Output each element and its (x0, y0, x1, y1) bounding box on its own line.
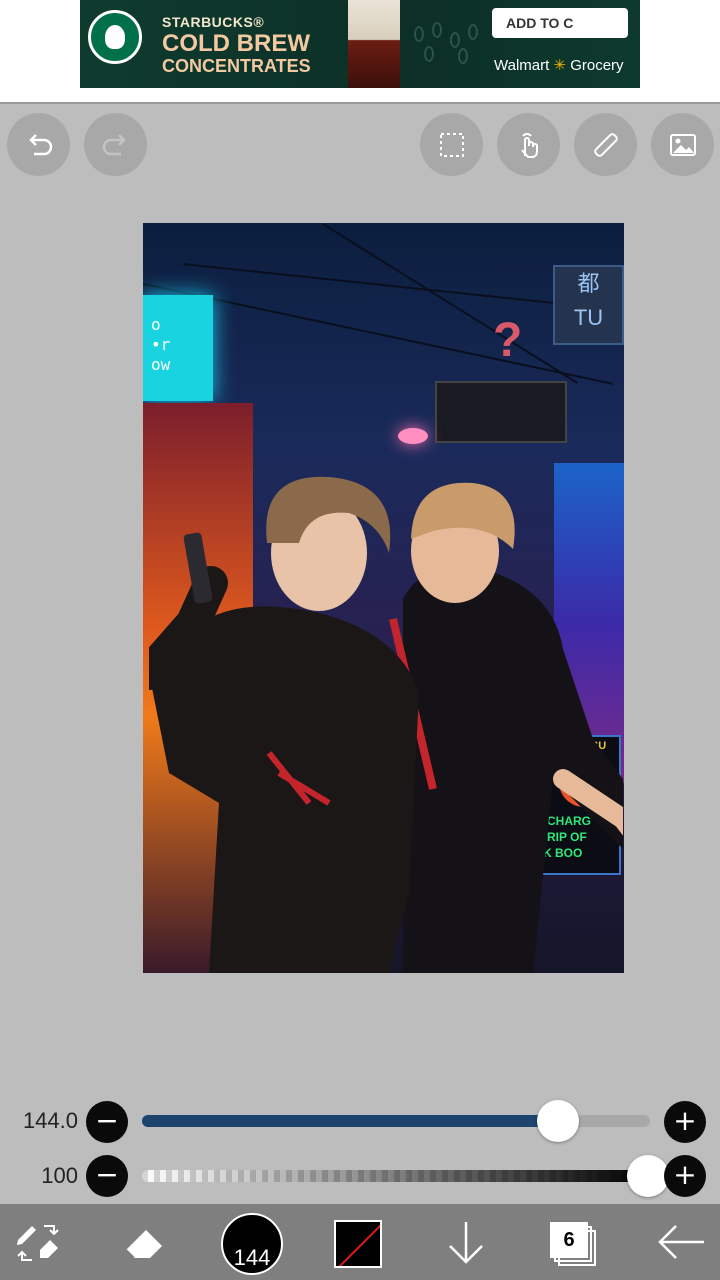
billboard (435, 381, 567, 443)
ad-retailer-section: Grocery (570, 57, 624, 74)
eraser-button[interactable] (116, 1204, 172, 1280)
neon-question-sign: ? (493, 314, 523, 367)
selection-icon (439, 132, 464, 157)
ad-retailer-name: Walmart (494, 57, 550, 74)
starbucks-logo-icon (88, 10, 142, 64)
ruler-button[interactable] (574, 113, 637, 176)
coffee-beans-icon (410, 22, 490, 66)
walmart-spark-icon: ✳ (553, 57, 567, 74)
opacity-slider[interactable] (142, 1170, 650, 1182)
ad-retailer: Walmart ✳ Grocery (494, 56, 624, 74)
tool-switch-button[interactable] (10, 1204, 66, 1280)
size-value: 144.0 (22, 1108, 78, 1133)
selection-button[interactable] (420, 113, 483, 176)
size-slider-handle[interactable] (537, 1100, 580, 1142)
brush-size-button[interactable]: 144 (221, 1213, 283, 1275)
ad-headline-2: CONCENTRATES (162, 56, 311, 76)
tool-switch-icon (17, 1225, 59, 1261)
neon-sign-right: 都 TU (553, 265, 624, 345)
street-lamp (398, 428, 428, 444)
ad-brand: STARBUCKS® (162, 14, 265, 30)
layer-count: 6 (550, 1222, 588, 1258)
hand-tool-icon (520, 132, 538, 158)
ad-banner-area: STARBUCKS® COLD BREW CONCENTRATES ADD TO… (0, 0, 720, 104)
opacity-increase-button[interactable]: + (664, 1155, 706, 1197)
hand-tool-button[interactable] (497, 113, 560, 176)
image-icon (669, 133, 696, 156)
drawing-canvas[interactable]: o •r ow 都 TU ? ALLEY★SU -CHARG -RIP OF K… (143, 223, 624, 973)
neon-sign-text: o •r ow (151, 315, 171, 374)
redo-button[interactable] (84, 113, 147, 176)
opacity-value: 100 (41, 1163, 78, 1188)
color-swatch-button[interactable] (334, 1220, 382, 1268)
arrow-down-icon (449, 1222, 483, 1264)
undo-icon (28, 133, 52, 155)
eraser-icon (125, 1230, 162, 1259)
ad-cta-button[interactable]: ADD TO C (492, 8, 628, 38)
brush-size-label: 144 (233, 1245, 271, 1270)
size-increase-button[interactable]: + (664, 1101, 706, 1143)
move-down-button[interactable] (438, 1204, 494, 1280)
ad-headline-1: COLD BREW (162, 30, 310, 57)
redo-icon (102, 133, 126, 155)
layers-button[interactable]: 6 (550, 1222, 596, 1268)
size-decrease-button[interactable]: − (86, 1101, 128, 1143)
opacity-decrease-button[interactable]: − (86, 1155, 128, 1197)
figure-left (149, 476, 419, 973)
add-image-button[interactable] (651, 113, 714, 176)
ad-banner[interactable]: STARBUCKS® COLD BREW CONCENTRATES ADD TO… (80, 0, 640, 88)
back-button[interactable] (652, 1204, 712, 1280)
back-arrow-icon (658, 1225, 704, 1259)
ruler-icon (593, 132, 618, 157)
ad-product-image (348, 0, 400, 88)
undo-button[interactable] (7, 113, 70, 176)
opacity-slider-handle[interactable] (627, 1155, 669, 1197)
size-slider-fill (142, 1115, 559, 1127)
